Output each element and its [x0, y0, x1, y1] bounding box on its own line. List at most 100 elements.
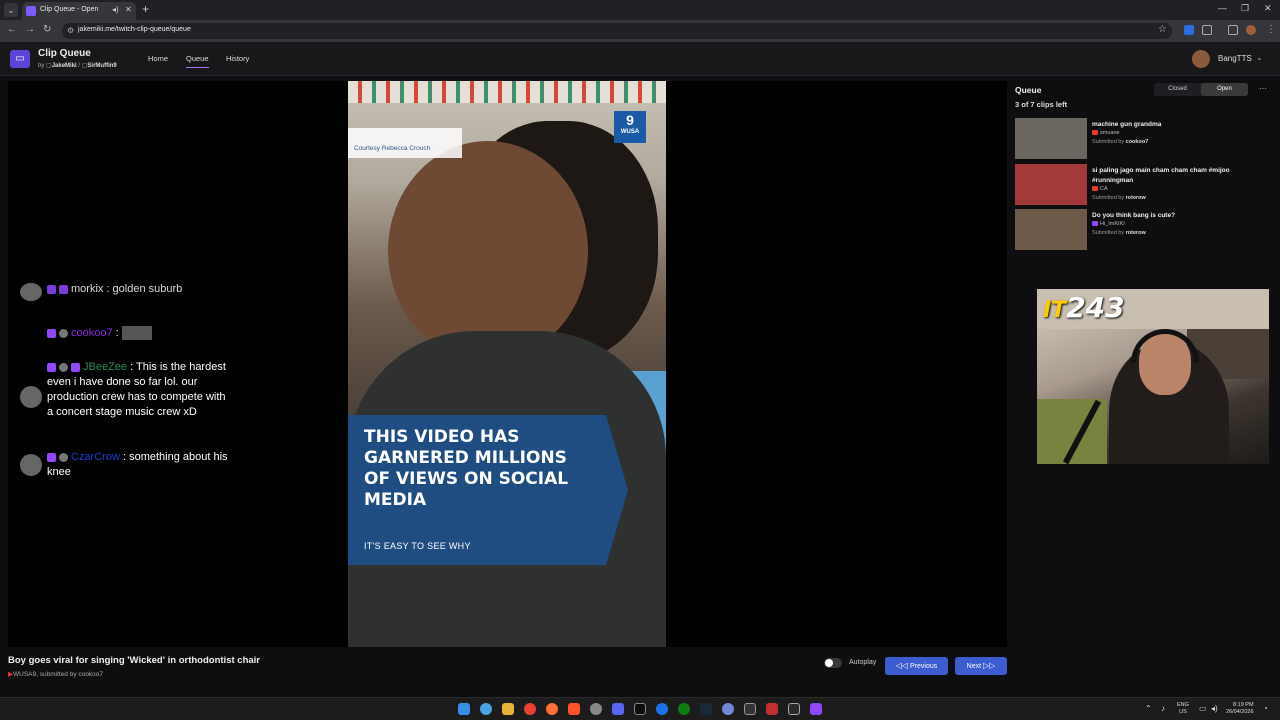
next-button[interactable]: Next ▷▷	[955, 657, 1007, 675]
network-icon[interactable]: ▭	[1199, 704, 1207, 713]
chat-username[interactable]: cookoo7	[71, 327, 113, 339]
steam-icon[interactable]	[700, 703, 712, 715]
new-tab-icon[interactable]: +	[142, 2, 149, 16]
twitch-badge-icon	[47, 452, 56, 462]
site-info-icon[interactable]: ⚙	[67, 26, 74, 35]
submitted-label: Submitted by	[1092, 139, 1125, 145]
browser-menu-icon[interactable]: ⋮	[1266, 24, 1276, 35]
forward-icon[interactable]: →	[25, 24, 35, 35]
submitted-label: , submitted by	[36, 671, 77, 678]
windows-start-icon[interactable]	[458, 703, 470, 715]
tab-search-icon[interactable]: ⌄	[4, 3, 18, 17]
xbox-icon[interactable]	[678, 703, 690, 715]
queue-open-button[interactable]: Open	[1201, 83, 1248, 96]
twitch-badge-icon	[47, 362, 56, 372]
tab-favicon-icon	[26, 6, 36, 16]
queue-item[interactable]: si paling jago main cham cham cham #mijo…	[1015, 164, 1273, 206]
tab-search-panel-icon[interactable]	[1228, 25, 1238, 35]
avatar	[20, 454, 42, 476]
app-icon[interactable]	[766, 703, 778, 715]
app-icon[interactable]	[788, 703, 800, 715]
author-link-2[interactable]: SirMuffin9	[87, 63, 116, 69]
language-indicator[interactable]: ENG US	[1177, 702, 1189, 716]
previous-label: Previous	[910, 663, 938, 670]
taskbar: ⌃ ♪ ENG US ▭ ◂) 8:19 PM 26/04/2026 ◔	[0, 697, 1280, 720]
twitch-icon	[1092, 221, 1098, 227]
clip-thumbnail	[1015, 118, 1087, 159]
clock-time: 8:19 PM	[1233, 702, 1254, 708]
nav-queue[interactable]: Queue	[186, 54, 209, 68]
user-badge-icon	[59, 328, 68, 338]
next-label: Next	[966, 663, 982, 670]
chat-username[interactable]: CzarCrow	[71, 451, 120, 463]
app-icon[interactable]	[656, 703, 668, 715]
profile-avatar-icon[interactable]	[1246, 25, 1256, 35]
audio-icon[interactable]: ◂)	[112, 5, 119, 14]
queue-closed-button[interactable]: Closed	[1154, 83, 1201, 96]
chrome-icon[interactable]	[524, 703, 536, 715]
clock[interactable]: 8:19 PM 26/04/2026	[1226, 702, 1254, 716]
chevron-up-icon[interactable]: ⌃	[1145, 704, 1152, 713]
clip-channel[interactable]: WUSA9	[13, 671, 36, 678]
logo-text: WUSA	[620, 129, 640, 135]
queue-item-title: Do you think bang is cute?	[1092, 212, 1176, 219]
autoplay-toggle[interactable]	[824, 658, 842, 668]
queue-item[interactable]: machine gun grandma smuane Submitted by …	[1015, 118, 1273, 160]
back-icon[interactable]: ←	[7, 24, 17, 35]
queue-count: 3 of 7 clips left	[1015, 100, 1068, 109]
user-badge-icon	[59, 362, 68, 372]
volume-icon[interactable]: ◂)	[1211, 704, 1218, 713]
firefox-icon[interactable]	[546, 703, 558, 715]
maximize-icon[interactable]: ❐	[1241, 3, 1249, 14]
queue-item-submitter: Submitted by cookoo7	[1092, 139, 1148, 145]
nav-home[interactable]: Home	[148, 54, 168, 63]
video-frame[interactable]: Courtesy Rebecca Crouch 9 WUSA THIS VIDE…	[348, 81, 666, 647]
video-background-stripes	[348, 81, 666, 103]
notifications-icon[interactable]: ◔	[1263, 704, 1268, 713]
bookmark-star-icon[interactable]: ☆	[1158, 24, 1167, 35]
discord-icon[interactable]	[612, 703, 624, 715]
avatar	[20, 283, 42, 301]
clip-title: Boy goes viral for singing 'Wicked' in o…	[8, 655, 260, 666]
video-banner: THIS VIDEO HAS GARNERED MILLIONS OF VIEW…	[348, 415, 606, 565]
app-icon[interactable]	[590, 703, 602, 715]
browser-tab[interactable]: Clip Queue - Open ◂) ✕	[22, 2, 136, 20]
brave-icon[interactable]	[568, 703, 580, 715]
previous-button[interactable]: ◁◁ Previous	[885, 657, 948, 675]
app-byline: by ▢JakeMiki / ▢SirMuffin9	[38, 62, 117, 69]
twitch-badge-icon	[47, 284, 56, 294]
extensions-puzzle-icon[interactable]	[1202, 25, 1212, 35]
close-tab-icon[interactable]: ✕	[125, 5, 132, 14]
submitted-label: Submitted by	[1092, 230, 1125, 236]
banner-arrow	[606, 415, 628, 565]
sub-badge-icon	[59, 284, 68, 294]
extension-icon[interactable]	[1184, 25, 1194, 35]
twitch-icon[interactable]	[810, 703, 822, 715]
file-explorer-icon[interactable]	[502, 703, 514, 715]
window-close-icon[interactable]: ✕	[1264, 3, 1272, 14]
copilot-icon[interactable]	[480, 703, 492, 715]
user-name[interactable]: BangTTS	[1218, 54, 1252, 63]
microphone-icon[interactable]: ♪	[1161, 704, 1165, 713]
app-icon[interactable]	[722, 703, 734, 715]
youtube-icon	[1092, 186, 1098, 192]
app-logo-icon[interactable]: ▭	[10, 50, 30, 68]
clip-thumbnail	[1015, 164, 1087, 205]
verified-badge-icon	[71, 362, 80, 372]
c-app-icon[interactable]	[634, 703, 646, 715]
video-player[interactable]: Courtesy Rebecca Crouch 9 WUSA THIS VIDE…	[8, 81, 1007, 647]
chat-partial-line: morkix : golden suburb	[47, 282, 233, 297]
queue-item[interactable]: Do you think bang is cute? Hi_ImKIKI Sub…	[1015, 209, 1273, 251]
user-avatar[interactable]	[1192, 50, 1210, 68]
chevron-down-icon[interactable]: ⌄	[1256, 53, 1263, 62]
more-options-icon[interactable]: ···	[1259, 84, 1267, 93]
tab-title: Clip Queue - Open	[40, 6, 99, 13]
address-bar[interactable]: ⚙ jakemiki.me/twitch-clip-queue/queue ☆	[62, 23, 1172, 39]
author-link-1[interactable]: JakeMiki	[52, 63, 77, 69]
nav-history[interactable]: History	[226, 54, 249, 63]
reload-icon[interactable]: ↻	[43, 24, 51, 35]
app-icon[interactable]	[744, 703, 756, 715]
chat-username[interactable]: JBeeZee	[83, 361, 127, 373]
clip-submitter: cookoo7	[78, 671, 103, 678]
minimize-icon[interactable]: —	[1218, 3, 1227, 13]
